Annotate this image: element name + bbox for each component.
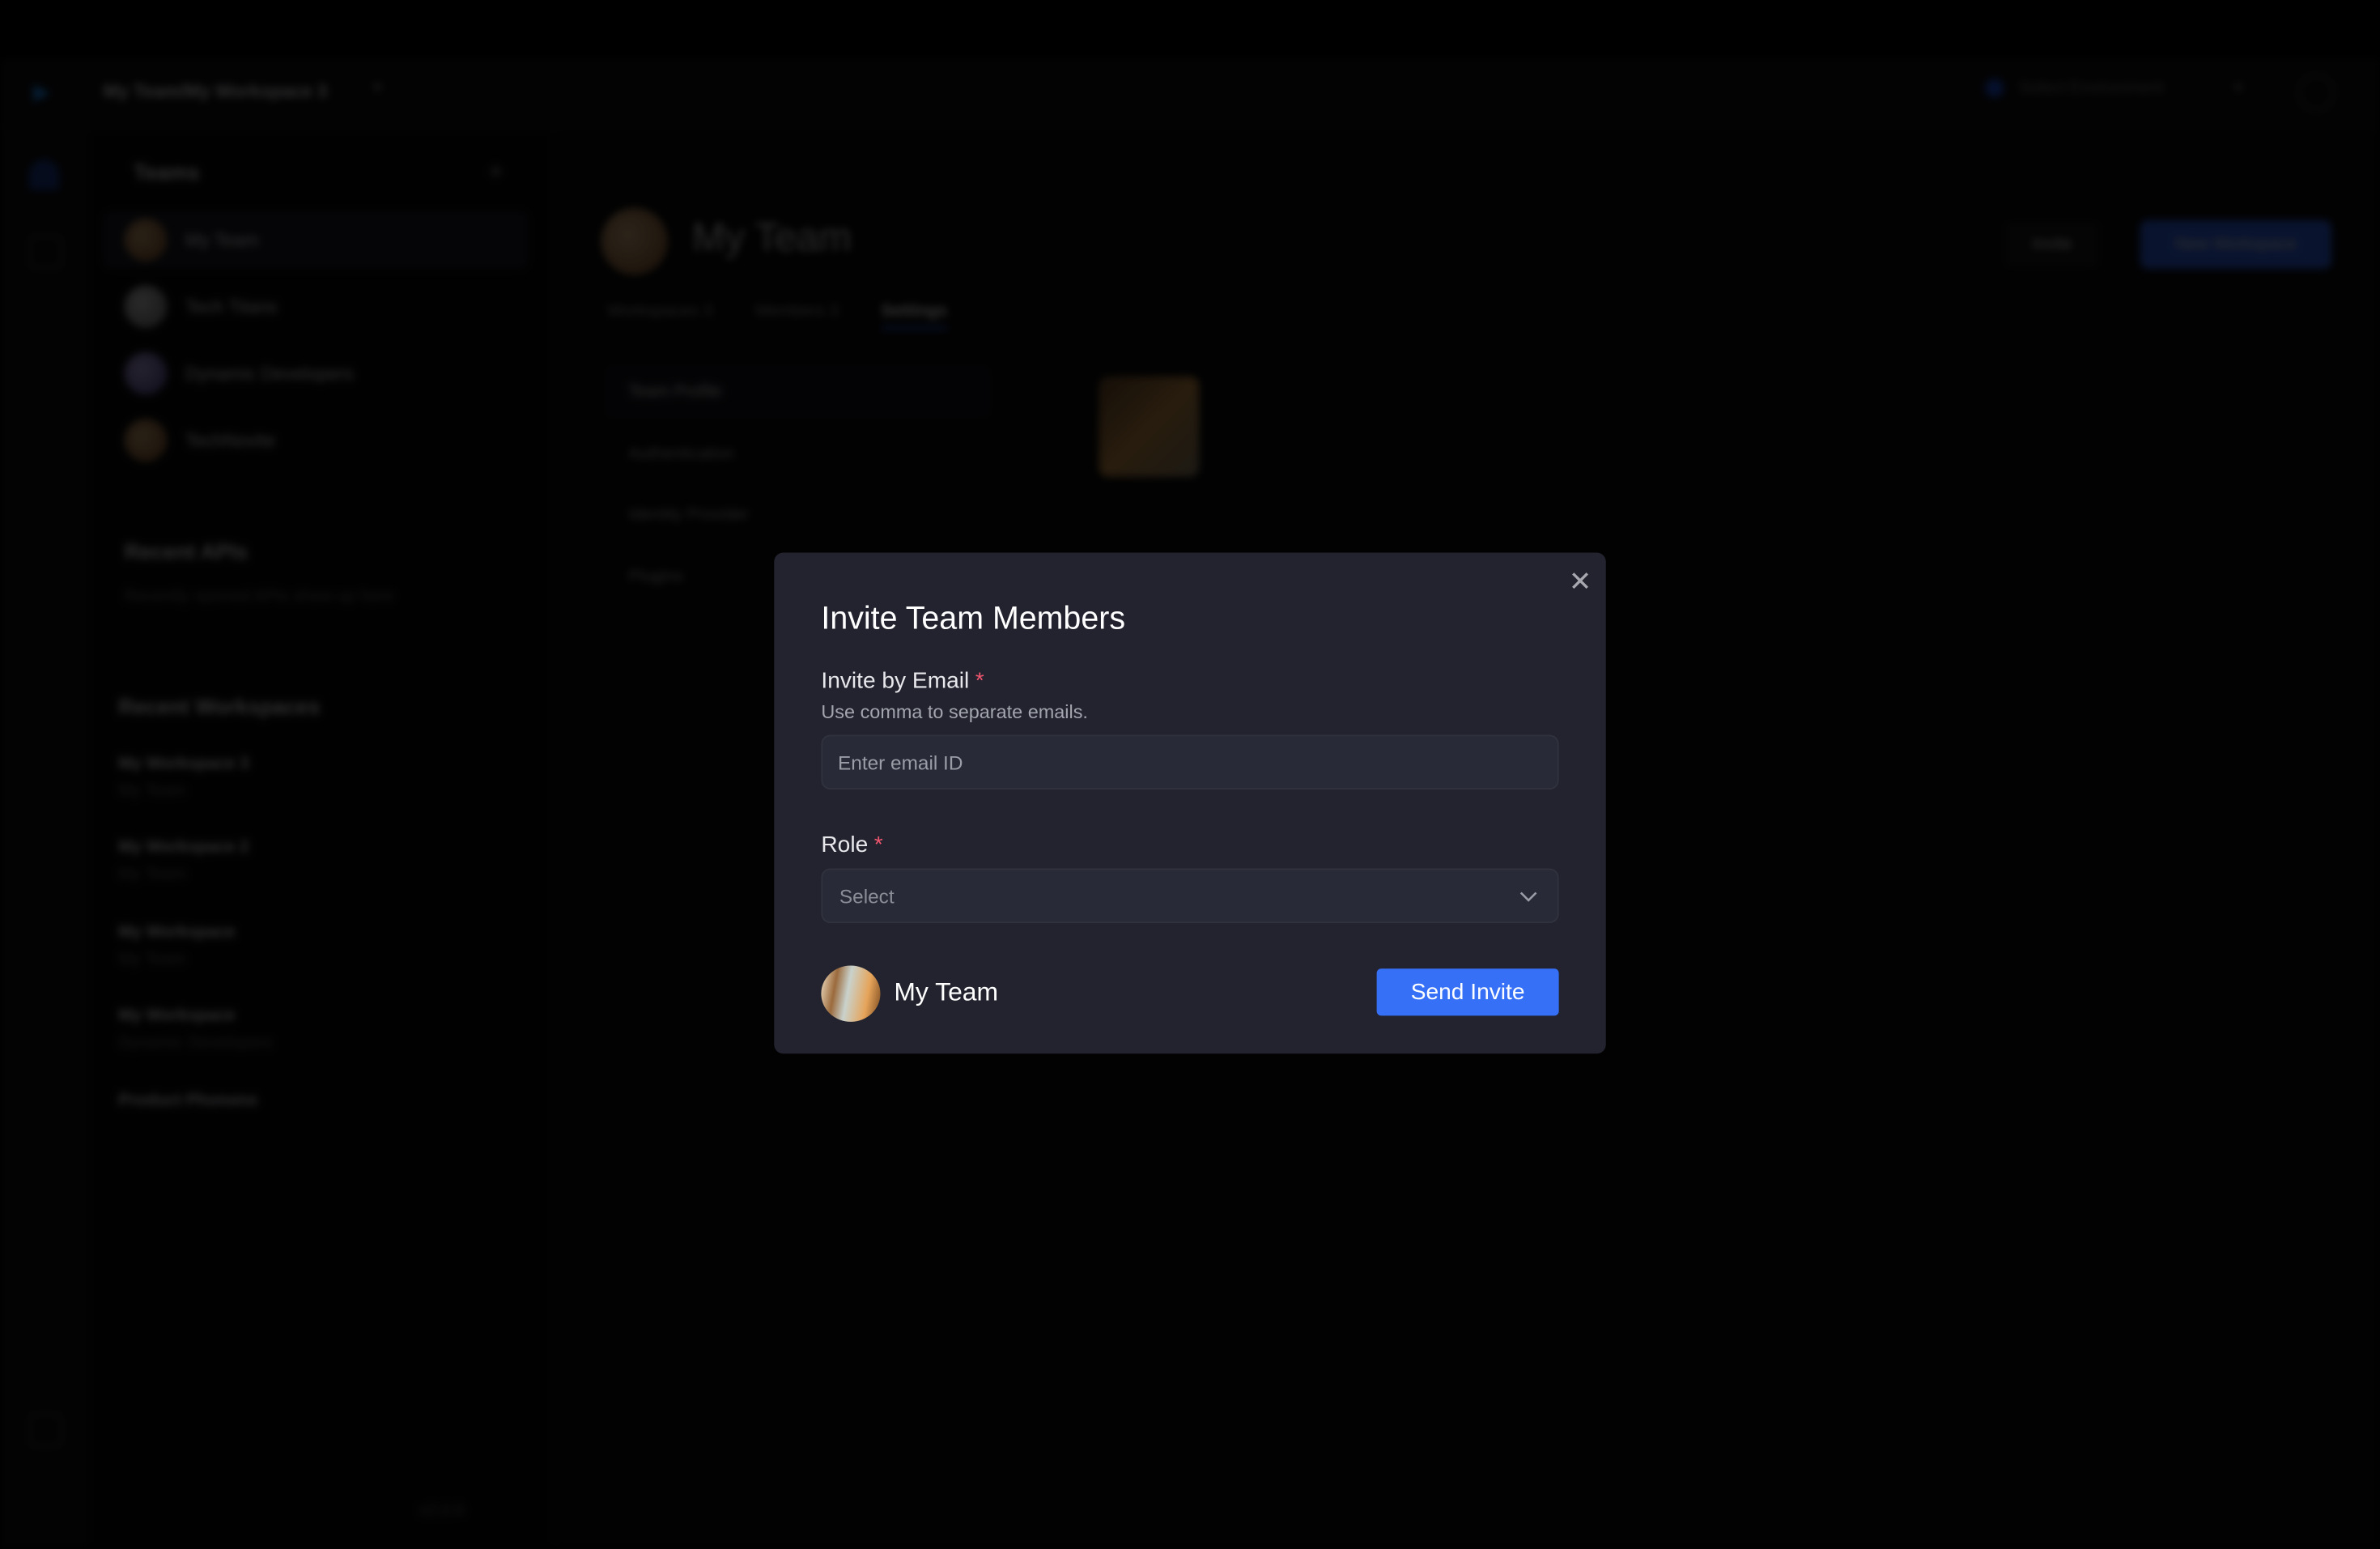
team-name: My Team	[894, 977, 999, 1007]
team-avatar	[821, 965, 881, 1022]
role-label: Role *	[821, 832, 883, 858]
required-mark: *	[873, 832, 883, 858]
chevron-down-icon	[1519, 892, 1537, 902]
email-help-text: Use comma to separate emails.	[821, 701, 1088, 723]
modal-title: Invite Team Members	[821, 601, 1126, 636]
role-select[interactable]: Select	[821, 868, 1559, 923]
role-select-value: Select	[839, 885, 895, 909]
close-icon[interactable]: ✕	[1563, 565, 1596, 598]
invite-modal: ✕ Invite Team Members Invite by Email * U…	[774, 552, 1606, 1054]
send-invite-button[interactable]: Send Invite	[1376, 968, 1559, 1016]
required-mark: *	[975, 668, 984, 694]
email-input[interactable]	[821, 734, 1559, 789]
email-label: Invite by Email *	[821, 668, 984, 694]
